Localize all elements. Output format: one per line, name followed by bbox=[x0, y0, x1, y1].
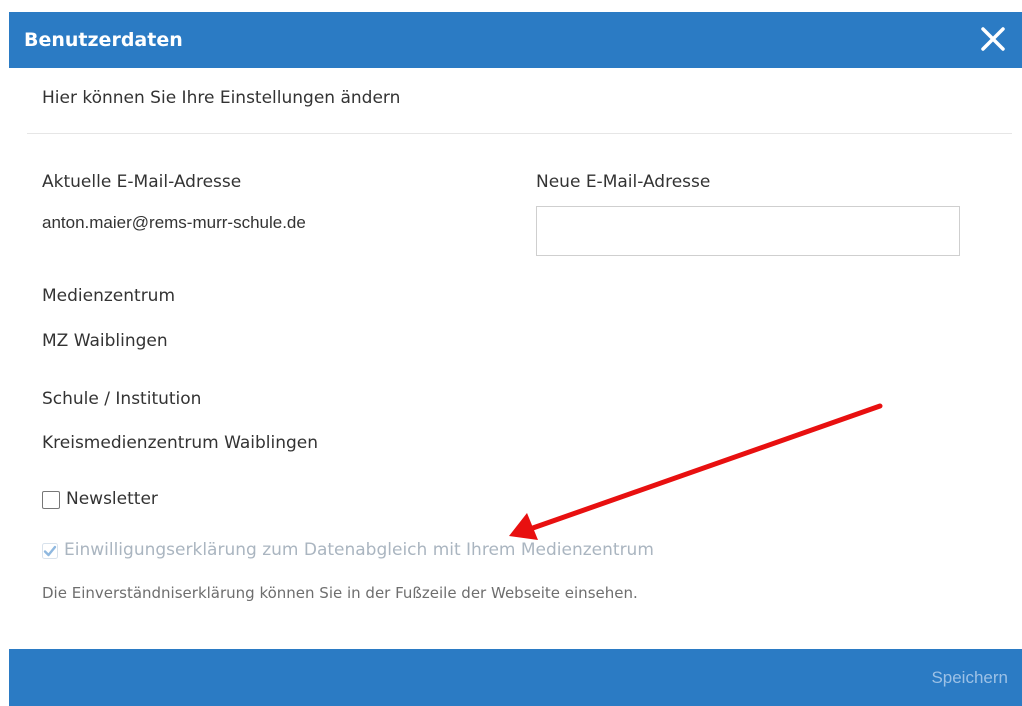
media-center-value: MZ Waiblingen bbox=[42, 331, 168, 351]
checkmark-icon bbox=[42, 543, 58, 559]
consent-note: Die Einverständniserklärung können Sie i… bbox=[42, 584, 638, 602]
save-button[interactable]: Speichern bbox=[931, 649, 1008, 706]
current-email-label: Aktuelle E-Mail-Adresse bbox=[42, 172, 242, 192]
newsletter-label: Newsletter bbox=[66, 489, 158, 509]
consent-label: Einwilligungserklärung zum Datenabgleich… bbox=[64, 540, 654, 560]
close-button[interactable] bbox=[976, 22, 1010, 56]
new-email-label: Neue E-Mail-Adresse bbox=[536, 172, 711, 192]
dialog-header: Benutzerdaten bbox=[9, 12, 1022, 68]
school-label: Schule / Institution bbox=[42, 389, 202, 409]
dialog-footer: Speichern bbox=[9, 649, 1022, 706]
new-email-input[interactable] bbox=[536, 206, 960, 256]
close-icon bbox=[981, 27, 1005, 51]
divider bbox=[27, 133, 1012, 134]
school-value: Kreismedienzentrum Waiblingen bbox=[42, 433, 319, 453]
consent-checkbox[interactable] bbox=[42, 543, 58, 559]
newsletter-checkbox[interactable] bbox=[42, 491, 60, 509]
media-center-label: Medienzentrum bbox=[42, 286, 176, 306]
dialog-title: Benutzerdaten bbox=[24, 29, 183, 51]
current-email-value: anton.maier@rems-murr-schule.de bbox=[42, 213, 306, 232]
dialog-intro: Hier können Sie Ihre Einstellungen änder… bbox=[42, 88, 401, 108]
